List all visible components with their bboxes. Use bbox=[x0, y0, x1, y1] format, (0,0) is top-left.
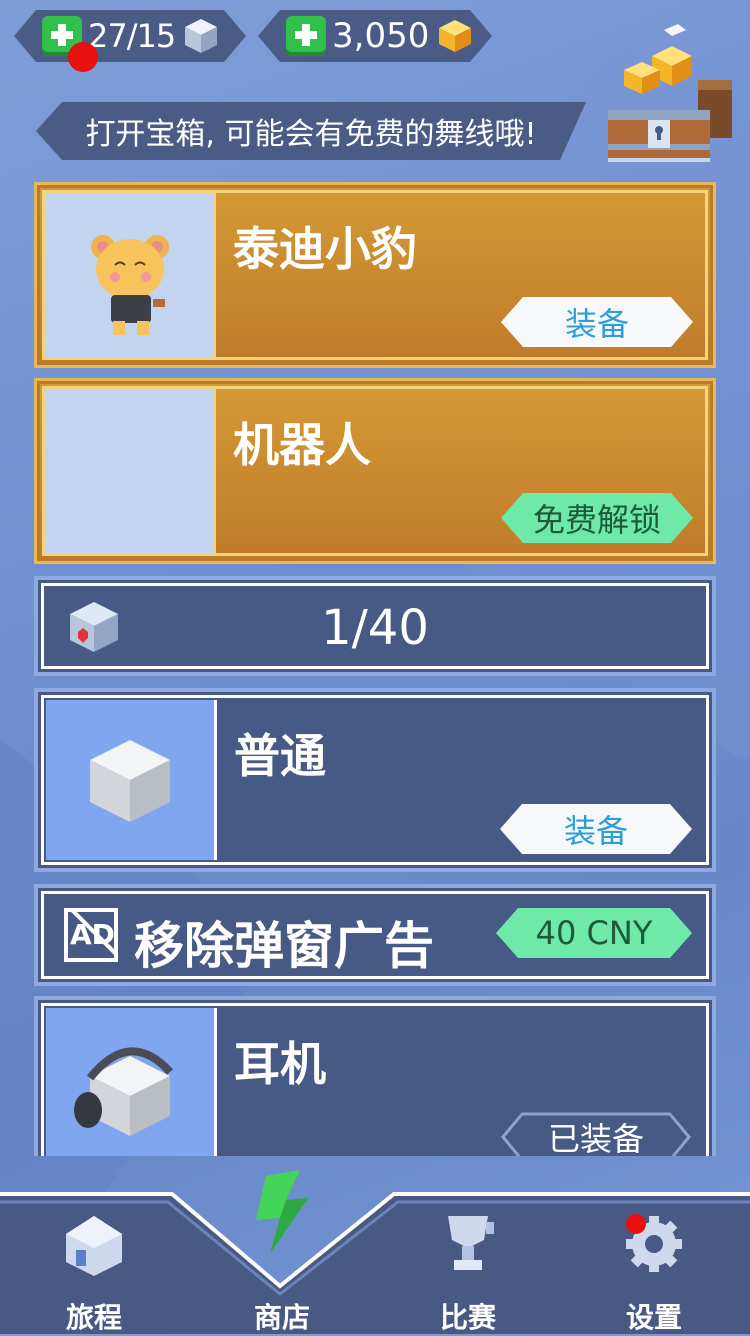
trophy-icon bbox=[448, 1216, 494, 1270]
list-clip: 耳机 已装备 bbox=[0, 996, 750, 1156]
equip-button[interactable]: 装备 bbox=[501, 297, 693, 347]
free-unlock-button[interactable]: 免费解锁 bbox=[501, 493, 693, 543]
nav-journey-label: 旅程 bbox=[65, 1301, 122, 1334]
remove-ads-label: 移除弹窗广告 bbox=[134, 917, 434, 975]
hint-banner: 打开宝箱, 可能会有免费的舞线哦! bbox=[36, 102, 586, 160]
skin-thumbnail bbox=[46, 1008, 217, 1156]
collection-progress-bar: 1/40 bbox=[34, 576, 716, 676]
no-ads-icon: AD bbox=[64, 908, 118, 962]
hint-text: 打开宝箱, 可能会有免费的舞线哦! bbox=[85, 117, 537, 152]
headphones-cube-icon bbox=[74, 1047, 173, 1136]
equipped-status: 已装备 bbox=[500, 1112, 692, 1156]
white-cube-icon bbox=[90, 740, 170, 822]
equip-label: 装备 bbox=[564, 305, 629, 343]
skin-thumbnail bbox=[45, 389, 216, 553]
add-coins-button[interactable] bbox=[286, 16, 326, 56]
coins-counter: 3,050 bbox=[258, 10, 492, 62]
equip-button[interactable]: 装备 bbox=[500, 804, 692, 854]
remove-ads-price-button[interactable]: 40 CNY bbox=[496, 908, 692, 958]
house-icon bbox=[66, 1216, 122, 1276]
energy-value: 27/15 bbox=[88, 17, 176, 55]
skin-title: 普通 bbox=[234, 729, 326, 783]
gold-cube-icon bbox=[435, 16, 475, 56]
notification-dot bbox=[68, 42, 98, 72]
skin-card-normal[interactable]: 普通 装备 bbox=[34, 688, 716, 872]
nav-settings-label: 设置 bbox=[625, 1301, 682, 1334]
bottom-nav: 旅程 商店 比赛 设置 bbox=[0, 1170, 750, 1334]
settings-notification-dot bbox=[626, 1214, 646, 1234]
nav-shop-label: 商店 bbox=[253, 1301, 310, 1334]
teddy-character-icon bbox=[91, 235, 169, 335]
nav-match-label: 比赛 bbox=[439, 1301, 496, 1334]
skin-thumbnail bbox=[45, 193, 216, 357]
remove-ads-price: 40 CNY bbox=[535, 914, 653, 952]
skin-card-headphones[interactable]: 耳机 已装备 bbox=[34, 996, 716, 1156]
skin-thumbnail bbox=[46, 700, 217, 860]
shop-logo-icon bbox=[256, 1170, 308, 1254]
collection-progress-text: 1/40 bbox=[321, 600, 429, 656]
skin-title: 机器人 bbox=[233, 418, 371, 472]
crystal-cube-icon bbox=[181, 16, 221, 56]
equip-label: 装备 bbox=[563, 812, 628, 850]
remove-ads-row[interactable]: AD 移除弹窗广告 40 CNY bbox=[34, 884, 716, 986]
skin-title: 泰迪小豹 bbox=[233, 222, 417, 276]
skin-title: 耳机 bbox=[234, 1037, 326, 1091]
coins-value: 3,050 bbox=[332, 16, 430, 56]
treasure-chest-icon[interactable] bbox=[602, 22, 738, 162]
energy-counter: 27/15 bbox=[14, 10, 246, 62]
free-unlock-label: 免费解锁 bbox=[532, 501, 661, 539]
skin-card-robot[interactable]: 机器人 免费解锁 bbox=[34, 378, 716, 564]
equipped-label: 已装备 bbox=[547, 1120, 644, 1156]
skin-card-teddy[interactable]: 泰迪小豹 装备 bbox=[34, 182, 716, 368]
